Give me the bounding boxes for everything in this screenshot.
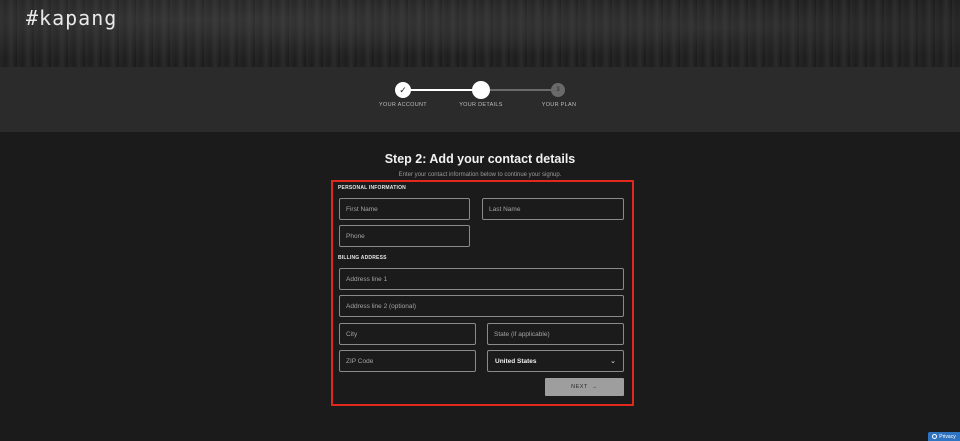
city-field[interactable] <box>339 323 476 345</box>
first-name-field[interactable] <box>339 198 470 220</box>
arrow-right-icon: → <box>591 384 598 390</box>
country-select-value: United States <box>495 357 537 365</box>
privacy-label: Privacy <box>939 433 956 440</box>
country-select[interactable]: United States ⌄ <box>487 350 624 372</box>
checkmark-icon: ✓ <box>399 84 407 95</box>
step-connector-1 <box>410 89 481 91</box>
zip-code-field[interactable] <box>339 350 476 372</box>
address-line-1-field[interactable] <box>339 268 624 290</box>
address-line-2-field[interactable] <box>339 295 624 317</box>
signup-stepper: ✓ YOUR ACCOUNT YOUR DETAILS 3 YOUR PLAN <box>0 67 960 132</box>
privacy-badge[interactable]: Privacy <box>928 432 960 441</box>
page-title: Step 2: Add your contact details <box>384 152 576 166</box>
state-field[interactable] <box>487 323 624 345</box>
chevron-down-icon: ⌄ <box>610 358 616 365</box>
site-header: #kapang <box>0 0 960 67</box>
step-your-account: ✓ <box>395 82 411 98</box>
step-label-your-details: YOUR DETAILS <box>459 102 503 108</box>
next-button[interactable]: NEXT → <box>545 378 624 396</box>
step-number: 3 <box>556 87 560 93</box>
billing-address-label: BILLING ADDRESS <box>338 255 387 261</box>
step-your-plan: 3 <box>551 83 565 97</box>
kapang-logo[interactable]: #kapang <box>26 6 117 30</box>
page-subtitle: Enter your contact information below to … <box>398 172 562 178</box>
last-name-field[interactable] <box>482 198 624 220</box>
step-connector-2 <box>489 89 559 91</box>
phone-field[interactable] <box>339 225 470 247</box>
step-label-your-account: YOUR ACCOUNT <box>379 102 427 108</box>
step-label-your-plan: YOUR PLAN <box>541 102 577 108</box>
next-button-label: NEXT <box>571 384 588 390</box>
personal-info-label: PERSONAL INFORMATION <box>338 185 406 191</box>
step-your-details <box>473 82 489 98</box>
recaptcha-icon <box>932 434 938 439</box>
